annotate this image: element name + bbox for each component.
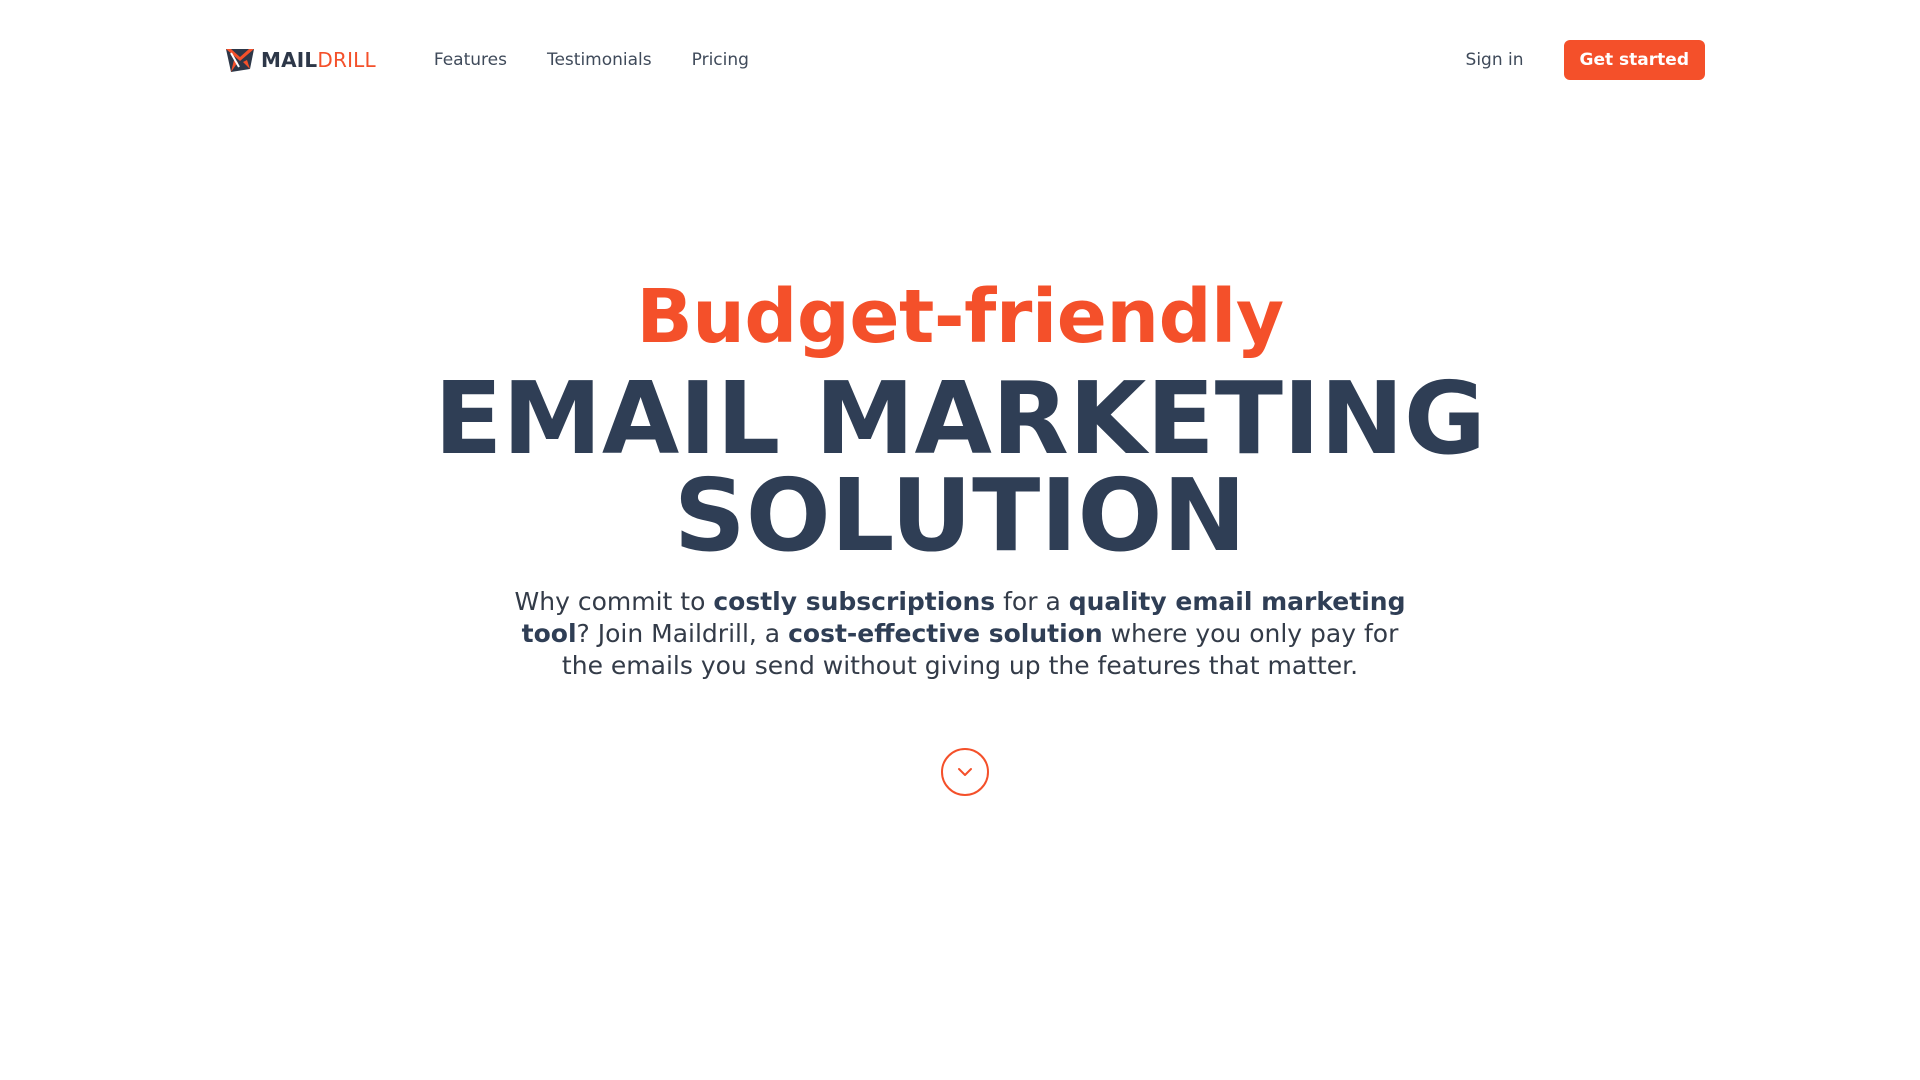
subtitle-text-1: Why commit to: [514, 587, 714, 616]
hero-title-line2: SOLUTION: [673, 457, 1247, 574]
scroll-down-button[interactable]: [941, 748, 989, 796]
hero-title: EMAIL MARKETING SOLUTION: [0, 369, 1920, 566]
brand-name-part1: MAIL: [261, 48, 318, 72]
subtitle-text-2: for a: [995, 587, 1069, 616]
site-header: MAILDRILL Features Testimonials Pricing …: [225, 40, 1705, 80]
hero-eyebrow: Budget-friendly: [636, 274, 1284, 360]
chevron-down-icon: [958, 768, 972, 776]
subtitle-emphasis-3: cost-effective solution: [788, 619, 1103, 648]
subtitle-emphasis-1: costly subscriptions: [713, 587, 996, 616]
landing-page: MAILDRILL Features Testimonials Pricing …: [0, 0, 1920, 1080]
brand-name-part2: DRILL: [317, 48, 376, 72]
get-started-button[interactable]: Get started: [1563, 40, 1705, 80]
maildrill-logo-icon: [226, 49, 254, 72]
hero-section: Budget-friendly EMAIL MARKETING SOLUTION…: [0, 280, 1920, 682]
brand-logo-link[interactable]: MAILDRILL: [225, 47, 376, 73]
nav-link-features[interactable]: Features: [422, 44, 519, 76]
sign-in-link[interactable]: Sign in: [1454, 44, 1536, 76]
brand-wordmark: MAILDRILL: [261, 48, 376, 72]
subtitle-text-3: ? Join Maildrill, a: [576, 619, 789, 648]
nav-link-testimonials[interactable]: Testimonials: [535, 44, 664, 76]
nav-link-pricing[interactable]: Pricing: [680, 44, 761, 76]
primary-nav: Features Testimonials Pricing: [422, 44, 777, 76]
hero-subtitle: Why commit to costly subscriptions for a…: [510, 586, 1410, 682]
